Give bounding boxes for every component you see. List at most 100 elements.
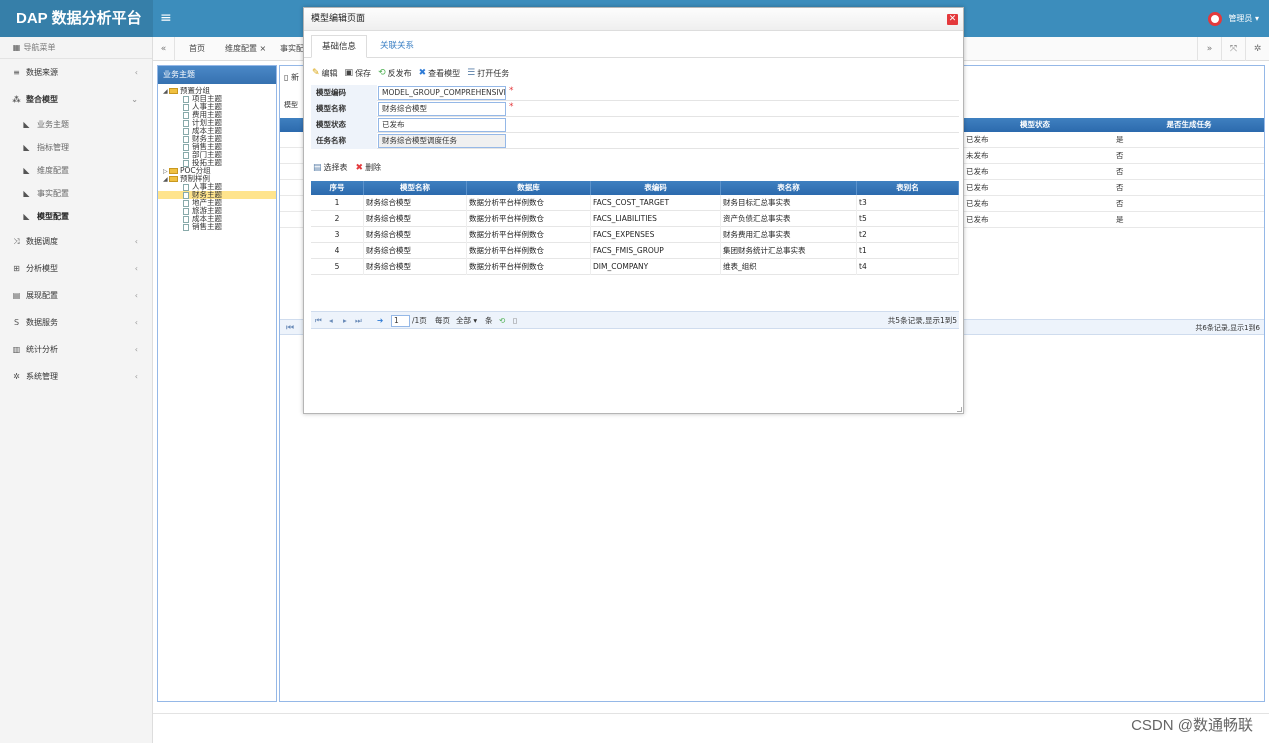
task-cell: 否	[1116, 167, 1124, 176]
view-model-button[interactable]: ✖ 查看模型	[419, 68, 461, 79]
export-icon[interactable]: ▯	[513, 312, 517, 330]
sidebar-item-system[interactable]: ✲ 系统管理 ‹	[0, 363, 152, 390]
column-header[interactable]: 表名称	[721, 181, 857, 195]
column-header[interactable]: 模型状态	[960, 118, 1110, 132]
column-header[interactable]: 表别名	[857, 181, 959, 195]
refresh-icon[interactable]: ⟲	[499, 312, 505, 330]
table-row[interactable]: 3 财务综合模型 数据分析平台样例数仓 FACS_EXPENSES 财务费用汇总事实表 t…	[311, 227, 959, 243]
menu-toggle-icon[interactable]: ≡	[160, 0, 172, 37]
document-icon	[183, 127, 189, 135]
table-cell: 数据分析平台样例数仓	[467, 259, 591, 275]
tab-home[interactable]: 首页	[189, 37, 205, 61]
model-code-input[interactable]: MODEL_GROUP_COMPREHENSIVE	[378, 86, 506, 100]
grid-header: 序号 模型名称 数据库 表编码 表名称 表别名	[311, 181, 959, 195]
gear-icon[interactable]: ✲	[1245, 37, 1269, 61]
tree-node[interactable]: 销售主题	[158, 223, 276, 231]
document-icon	[183, 111, 189, 119]
table-row[interactable]: 1 财务综合模型 数据分析平台样例数仓 FACS_COST_TARGET 财务目标汇总事…	[311, 195, 959, 211]
table-cell: 4	[311, 243, 364, 259]
tab-fact[interactable]: 事实配	[280, 37, 304, 61]
task-cell: 是	[1116, 215, 1124, 224]
chevron-left-icon: ‹	[134, 372, 138, 381]
resize-handle[interactable]	[957, 407, 962, 412]
sidebar-item-data-service[interactable]: S 数据服务 ‹	[0, 309, 152, 336]
table-cell: 2	[311, 211, 364, 227]
sidebar-subitem-model-config[interactable]: ◣ 模型配置	[0, 205, 152, 228]
sidebar-item-statistics[interactable]: ▥ 统计分析 ‹	[0, 336, 152, 363]
user-menu[interactable]: 管理员 ▾	[1208, 0, 1259, 37]
chevron-left-icon: ‹	[134, 345, 138, 354]
dialog-toolbar: ✎ 编辑 ▣ 保存 ⟲ 反发布 ✖ 查看模型 ☰ 打开任务	[312, 66, 509, 80]
tree-title: 业务主题	[158, 66, 276, 84]
table-row[interactable]: 2 财务综合模型 数据分析平台样例数仓 FACS_LIABILITIES 资产负债汇总事…	[311, 211, 959, 227]
folder-icon	[169, 88, 178, 94]
sidebar-subitem-dimension[interactable]: ◣ 维度配置	[0, 159, 152, 182]
first-page-icon[interactable]: ⏮	[286, 320, 294, 336]
tree-node[interactable]: ▷ POC分组	[158, 167, 276, 176]
prev-page-icon[interactable]: ◂	[329, 312, 333, 330]
save-button[interactable]: ▣ 保存	[345, 68, 372, 79]
first-page-icon[interactable]: ⏮	[315, 312, 322, 330]
close-icon[interactable]: ✕	[947, 14, 958, 25]
tab-scroll-left-icon[interactable]: «	[153, 37, 175, 61]
column-header[interactable]: 表编码	[591, 181, 721, 195]
tab-scroll-right-icon[interactable]: »	[1197, 37, 1221, 61]
new-button[interactable]: ▯ 新	[284, 72, 299, 83]
required-mark: *	[509, 102, 514, 112]
go-page-icon[interactable]: ➔	[377, 312, 383, 330]
task-name-input[interactable]: 财务综合模型调度任务	[378, 134, 506, 148]
column-header[interactable]: 是否生成任务	[1114, 118, 1264, 132]
add-file-icon: ▯	[284, 73, 289, 82]
open-task-button[interactable]: ☰ 打开任务	[467, 68, 509, 79]
table-cell: FACS_LIABILITIES	[591, 211, 721, 227]
chevron-left-icon: ‹	[134, 291, 138, 300]
task-cell: 是	[1116, 135, 1124, 144]
column-header[interactable]: 数据库	[467, 181, 591, 195]
tree-node[interactable]: 投拓主题	[158, 159, 276, 167]
next-page-icon[interactable]: ▸	[343, 312, 347, 330]
dialog-tabs: 基础信息 关联关系	[304, 31, 963, 58]
model-name-input[interactable]: 财务综合模型	[378, 102, 506, 116]
fullscreen-icon[interactable]: ⤧	[1221, 37, 1245, 61]
task-cell: 否	[1116, 151, 1124, 160]
list-icon: ☰	[467, 68, 476, 78]
total-pages: /1页	[412, 316, 427, 325]
table-cell: t3	[857, 195, 959, 211]
field-label: 模型编码	[311, 85, 377, 101]
page-number-input[interactable]: 1	[391, 315, 410, 327]
column-header[interactable]: 模型名称	[364, 181, 467, 195]
pagination-info: 共6条记录,显示1到6	[1195, 324, 1260, 332]
sidebar-item-display-config[interactable]: ▤ 展现配置 ‹	[0, 282, 152, 309]
sidebar-subitem-business-topic[interactable]: ◣ 业务主题	[0, 113, 152, 136]
table-cell: 资产负债汇总事实表	[721, 211, 857, 227]
nav-header: ▦ 导航菜单	[0, 37, 152, 59]
tab-basic-info[interactable]: 基础信息	[311, 35, 368, 58]
document-icon	[183, 103, 189, 111]
tab-dimension[interactable]: 维度配置 ×	[225, 37, 266, 61]
delete-icon: ✖	[355, 162, 364, 173]
status-cell: 已发布	[966, 183, 989, 192]
column-header[interactable]: 序号	[311, 181, 364, 195]
unpublish-button[interactable]: ⟲ 反发布	[378, 68, 412, 79]
delete-button[interactable]: ✖ 删除	[356, 162, 382, 173]
app-title: DAP 数据分析平台	[0, 0, 153, 37]
share-icon: ⁂	[12, 95, 21, 104]
tab-relations[interactable]: 关联关系	[370, 35, 424, 58]
sidebar-subitem-indicator[interactable]: ◣ 指标管理	[0, 136, 152, 159]
table-cell: 财务综合模型	[364, 259, 467, 275]
per-page-select[interactable]: 全部 ▾	[456, 312, 477, 330]
table-cell: FACS_FMIS_GROUP	[591, 243, 721, 259]
select-table-button[interactable]: ▤ 选择表	[313, 162, 348, 173]
sidebar-item-data-schedule[interactable]: ⤨ 数据调度 ‹	[0, 228, 152, 255]
edit-button[interactable]: ✎ 编辑	[312, 68, 338, 79]
last-page-icon[interactable]: ⏭	[355, 312, 362, 330]
sidebar-item-integration-model[interactable]: ⁂ 整合模型 ⌄	[0, 86, 152, 113]
model-status-input[interactable]: 已发布	[378, 118, 506, 132]
sidebar-item-data-source[interactable]: ≡ 数据来源 ‹	[0, 59, 152, 86]
sidebar-subitem-fact[interactable]: ◣ 事实配置	[0, 182, 152, 205]
sidebar-item-analysis-model[interactable]: ⊞ 分析模型 ‹	[0, 255, 152, 282]
document-icon	[183, 191, 189, 199]
table-row[interactable]: 5 财务综合模型 数据分析平台样例数仓 DIM_COMPANY 维表_组织 t4	[311, 259, 959, 275]
table-row[interactable]: 4 财务综合模型 数据分析平台样例数仓 FACS_FMIS_GROUP 集团财务统计汇总…	[311, 243, 959, 259]
table-cell: FACS_COST_TARGET	[591, 195, 721, 211]
